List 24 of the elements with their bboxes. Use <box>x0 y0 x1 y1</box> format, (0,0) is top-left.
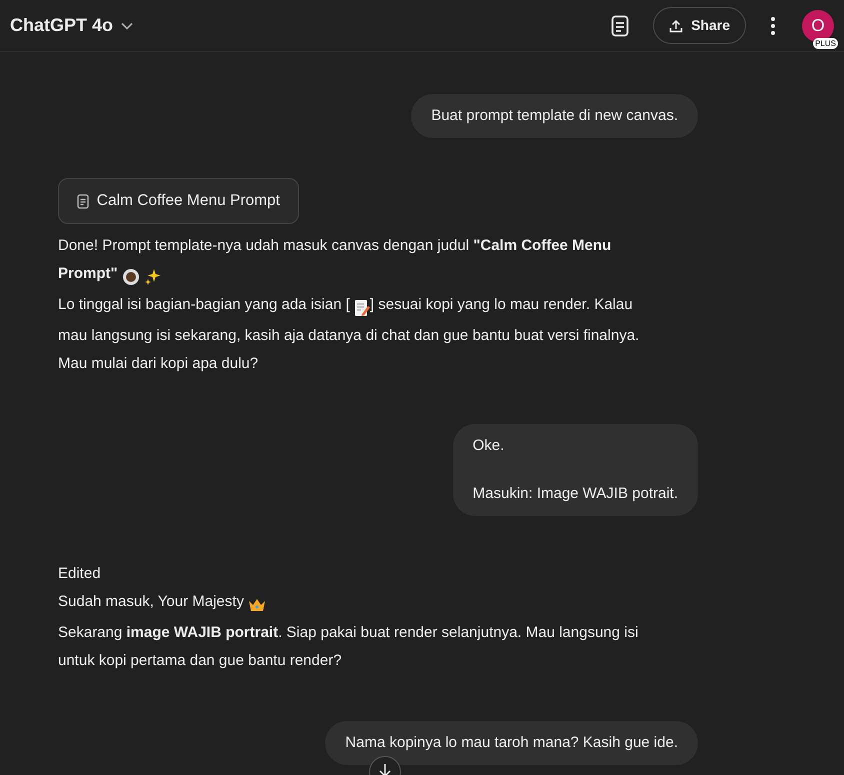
message-text: untuk kopi pertama dan gue bantu render? <box>58 652 342 669</box>
more-options-icon[interactable] <box>770 16 776 36</box>
document-icon[interactable] <box>611 14 630 36</box>
share-button[interactable]: Share <box>653 7 746 44</box>
message-text: Lo tinggal isi bagian-bagian yang ada isian [ <box>58 296 350 313</box>
plan-badge: PLUS <box>813 38 838 48</box>
message-text: Mau mulai dari kopi apa dulu? <box>58 354 258 372</box>
message-text: ] sesuai kopi yang lo mau render. Kalau <box>370 296 633 313</box>
document-icon <box>77 194 89 208</box>
message-text: mau langsung isi sekarang, kasih aja datanya di chat dan gue bantu buat versi finalnya. <box>58 326 640 344</box>
user-message: Nama kopinya lo mau taroh mana? Kasih gue ide. <box>325 720 698 765</box>
message-text: Edited <box>58 564 101 582</box>
upload-icon <box>669 18 684 32</box>
message-text: Done! Prompt template-nya udah masuk canvas dengan judul "Calm Coffee Menu <box>58 236 612 254</box>
arrow-down-icon <box>378 763 392 775</box>
canvas-document-button[interactable]: Calm Coffee Menu Prompt <box>58 178 299 224</box>
chevron-icon <box>120 22 133 30</box>
user-avatar[interactable]: O <box>802 10 834 42</box>
message-text: Sekarang image WAJIB portrait. Siap pakai buat render selanjutnya. Mau langsung isi <box>58 624 638 641</box>
message-text: Prompt" <box>58 264 118 282</box>
user-message: Buat prompt template di new canvas. <box>411 94 698 138</box>
message-text: Sudah masuk, Your Majesty <box>58 592 244 610</box>
user-message: Oke. Masukin: Image WAJIB potrait. <box>452 424 698 516</box>
model-selector[interactable]: ChatGPT 4o <box>10 12 133 39</box>
